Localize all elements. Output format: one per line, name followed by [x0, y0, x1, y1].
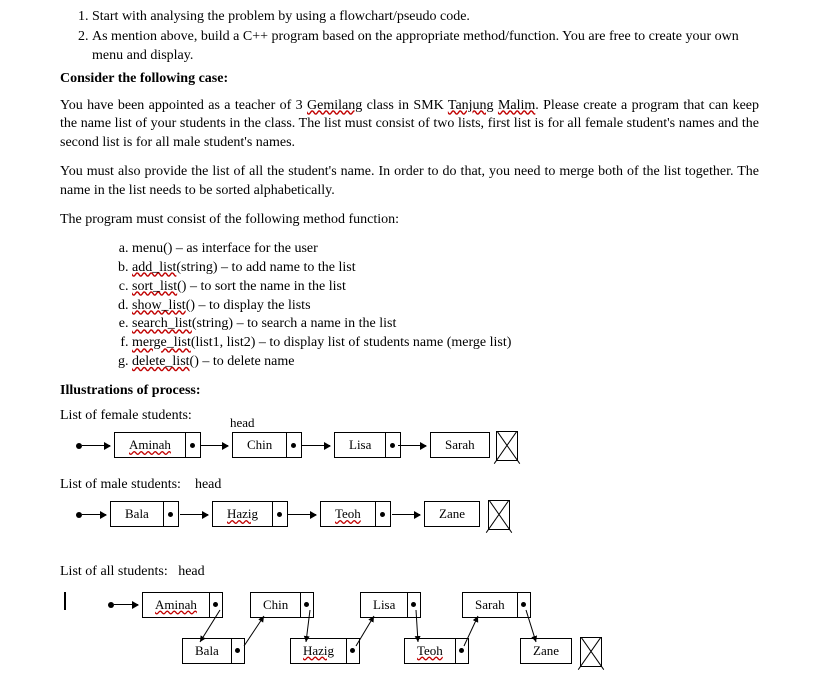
pointer-cell — [185, 433, 200, 457]
node-hazig: Hazig — [212, 501, 288, 527]
male-linked-list: Bala Hazig Teoh Zane — [60, 499, 759, 539]
consider-heading: Consider the following case: — [60, 70, 759, 89]
pointer-cell — [375, 502, 390, 526]
label-text: List of all students: — [60, 564, 168, 579]
start-dot — [76, 512, 82, 518]
fn-desc: (list1, list2) – to display list of stud… — [191, 335, 512, 350]
top-instructions-list: Start with analysing the problem by usin… — [60, 8, 759, 66]
null-terminator — [488, 500, 510, 530]
instruction-item: Start with analysing the problem by usin… — [92, 8, 759, 27]
head-label: head — [195, 477, 221, 492]
arrow-icon — [392, 514, 420, 515]
label-text: List of female students: — [60, 408, 192, 423]
fn-desc: (string) – to search a name in the list — [192, 316, 397, 331]
head-label: head — [178, 564, 204, 579]
arrow-icon — [288, 514, 316, 515]
method-b: add_list(string) – to add name to the li… — [132, 259, 759, 278]
pointer-cell — [163, 502, 178, 526]
all-list-label: List of all students: head — [60, 563, 759, 582]
pointer-dot — [277, 512, 282, 517]
pointer-cell — [286, 433, 301, 457]
pointer-dot — [190, 443, 195, 448]
node-sarah: Sarah — [430, 432, 490, 458]
fn-desc: (string) – to add name to the list — [176, 260, 355, 275]
merged-linked-list: Aminah Chin Lisa Sarah Bala Hazig Teoh Z… — [60, 586, 759, 676]
male-list-label: List of male students: head — [60, 476, 759, 495]
start-dot — [76, 443, 82, 449]
arrow-icon — [398, 445, 426, 446]
method-d: show_list() – to display the lists — [132, 297, 759, 316]
node-label: Sarah — [431, 436, 489, 454]
arrow-icon — [302, 445, 330, 446]
method-e: search_list(string) – to search a name i… — [132, 315, 759, 334]
arrow-icon — [200, 445, 228, 446]
node-label: Hazig — [213, 505, 272, 523]
arrow-icon — [82, 445, 110, 446]
fn-name: show_list — [132, 298, 186, 313]
fn-name: merge_list — [132, 335, 191, 350]
method-f: merge_list(list1, list2) – to display li… — [132, 334, 759, 353]
label-text: List of male students: — [60, 477, 181, 492]
female-list-label: List of female students: — [60, 407, 759, 426]
text: You have been appointed as a teacher of … — [60, 98, 307, 113]
pointer-dot — [380, 512, 385, 517]
female-linked-list: head Aminah Chin Lisa Sarah — [60, 430, 759, 470]
null-terminator — [496, 431, 518, 461]
illustrations-heading: Illustrations of process: — [60, 382, 759, 401]
case-paragraph-2: You must also provide the list of all th… — [60, 163, 759, 201]
fn-name: add_list — [132, 260, 176, 275]
fn-name: delete_list — [132, 354, 190, 369]
node-lisa: Lisa — [334, 432, 401, 458]
node-label: Zane — [425, 505, 479, 523]
node-label: Bala — [111, 505, 163, 523]
fn-desc: () – to display the lists — [186, 298, 311, 313]
node-label: Lisa — [335, 436, 385, 454]
node-zane: Zane — [424, 501, 480, 527]
pointer-dot — [390, 443, 395, 448]
method-list: menu() – as interface for the user add_l… — [60, 240, 759, 372]
instruction-item: As mention above, build a C++ program ba… — [92, 28, 759, 66]
word-gemilang: Gemilang — [307, 98, 362, 113]
pointer-dot — [168, 512, 173, 517]
node-label: Aminah — [115, 436, 185, 454]
word-malim: Malim — [498, 98, 535, 113]
fn-desc: () – to delete name — [190, 354, 295, 369]
fn-name: search_list — [132, 316, 192, 331]
case-paragraph-1: You have been appointed as a teacher of … — [60, 97, 759, 154]
case-paragraph-3: The program must consist of the followin… — [60, 211, 759, 230]
text: class in SMK — [362, 98, 448, 113]
node-label: Teoh — [321, 505, 375, 523]
method-c: sort_list() – to sort the name in the li… — [132, 278, 759, 297]
node-aminah: Aminah — [114, 432, 201, 458]
fn-desc: () – to sort the name in the list — [177, 279, 346, 294]
word-tanjung: Tanjung — [448, 98, 494, 113]
node-teoh: Teoh — [320, 501, 391, 527]
head-label: head — [230, 414, 255, 432]
node-label: Chin — [233, 436, 286, 454]
node-bala: Bala — [110, 501, 179, 527]
method-a: menu() – as interface for the user — [132, 240, 759, 259]
arrow-icon — [82, 514, 106, 515]
pointer-dot — [291, 443, 296, 448]
node-chin: Chin — [232, 432, 302, 458]
method-g: delete_list() – to delete name — [132, 353, 759, 372]
arrow-icon — [180, 514, 208, 515]
fn-name: sort_list — [132, 279, 177, 294]
merge-connectors — [60, 586, 620, 676]
pointer-cell — [272, 502, 287, 526]
